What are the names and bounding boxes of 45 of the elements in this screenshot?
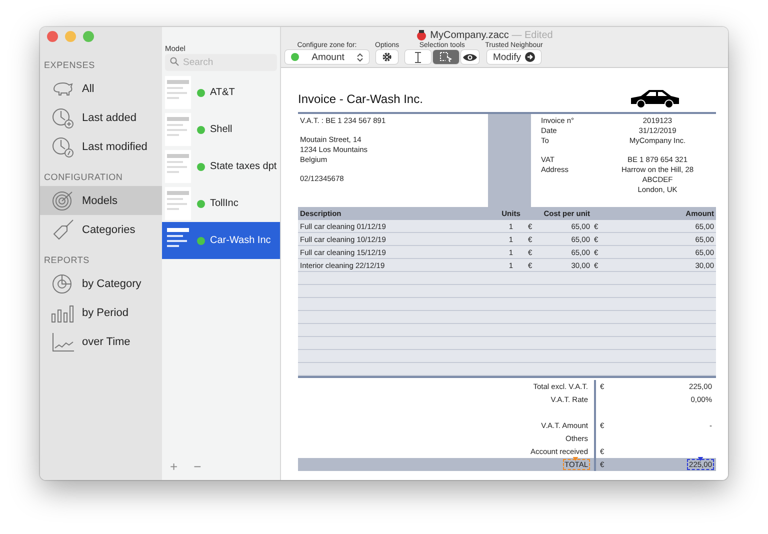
- gear-icon: [382, 52, 392, 62]
- model-item[interactable]: Shell: [162, 111, 280, 148]
- settings-button[interactable]: [376, 50, 398, 64]
- sidebar-item[interactable]: by Category: [40, 269, 162, 298]
- sidebar-item-icon: [51, 330, 75, 352]
- text-cursor-icon: [415, 52, 422, 62]
- close-button[interactable]: [47, 31, 58, 42]
- modify-button[interactable]: Modify: [486, 50, 541, 64]
- eye-icon: [463, 52, 478, 62]
- model-item[interactable]: State taxes dpt: [162, 148, 280, 185]
- model-item[interactable]: Car-Wash Inc: [162, 222, 280, 259]
- zone-select[interactable]: Amount: [285, 50, 369, 64]
- sidebar-item[interactable]: over Time: [40, 327, 162, 356]
- status-dot: [197, 88, 205, 96]
- chevron-updown-icon: [357, 52, 363, 62]
- section-heading: EXPENSES: [43, 59, 96, 72]
- marker-icon: [696, 457, 704, 461]
- model-item[interactable]: TollInc: [162, 185, 280, 222]
- section-heading: REPORTS: [43, 254, 90, 267]
- app-icon: [416, 30, 428, 41]
- sidebar-item[interactable]: All: [40, 74, 162, 103]
- status-dot: [197, 200, 205, 208]
- sidebar-item[interactable]: Last modified: [40, 132, 162, 161]
- sidebar-item-icon: [51, 218, 75, 240]
- sidebar-item[interactable]: by Period: [40, 298, 162, 327]
- sidebar-item[interactable]: Last added: [40, 103, 162, 132]
- search-field[interactable]: Search: [165, 54, 277, 71]
- model-item[interactable]: AT&T: [162, 74, 280, 111]
- sidebar-item[interactable]: Categories: [40, 215, 162, 244]
- selection-icon: [440, 52, 452, 62]
- section-heading: CONFIGURATION: [43, 171, 124, 184]
- status-dot: [197, 236, 205, 244]
- sidebar-item[interactable]: Models: [40, 186, 162, 215]
- window-title: MyCompany.zacc — Edited: [430, 30, 553, 41]
- sidebar-item-icon: [51, 190, 75, 212]
- marker-icon: [572, 457, 580, 461]
- car-icon: [629, 89, 681, 109]
- arrow-right-icon: [524, 52, 535, 62]
- sidebar-item-icon: [51, 106, 75, 128]
- status-dot: [197, 162, 205, 170]
- invoice-title: Invoice - Car-Wash Inc.: [298, 92, 423, 106]
- tool-button[interactable]: [461, 50, 480, 64]
- status-dot: [197, 126, 205, 134]
- tool-button[interactable]: [405, 50, 432, 64]
- sidebar-item-icon: [51, 136, 75, 158]
